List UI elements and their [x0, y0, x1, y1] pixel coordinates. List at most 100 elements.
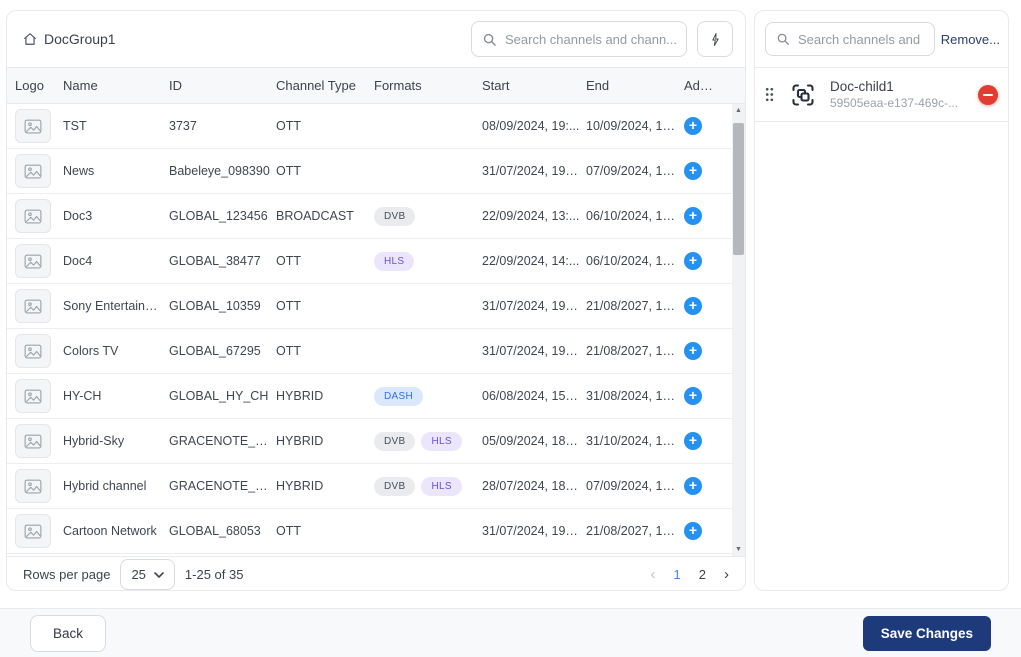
channels-search-input[interactable] [505, 32, 676, 47]
channel-name: Colors TV [63, 344, 169, 358]
rows-per-page-value: 25 [131, 567, 145, 582]
page: DocGroup1 Logo Name ID Channel Type Form… [0, 0, 1021, 591]
table-body: TST 3737 OTT 08/09/2024, 19:... 10/09/20… [7, 104, 745, 556]
add-playlist-button[interactable]: + [684, 522, 702, 540]
column-header-add-playlist: Add P... [684, 78, 724, 93]
add-playlist-button[interactable]: + [684, 252, 702, 270]
channel-id: GLOBAL_38477 [169, 254, 276, 268]
drag-handle-icon[interactable] [763, 85, 776, 104]
scrollbar-track[interactable] [732, 117, 745, 543]
footer-action-bar: Back Save Changes [0, 608, 1021, 657]
format-badge: HLS [421, 432, 461, 451]
selected-channel-title: Doc-child1 [830, 79, 974, 94]
channel-logo-placeholder [15, 109, 51, 143]
format-badge: DVB [374, 432, 415, 451]
back-button[interactable]: Back [30, 615, 106, 652]
add-playlist-button[interactable]: + [684, 387, 702, 405]
channel-id: GLOBAL_67295 [169, 344, 276, 358]
column-header-logo: Logo [15, 78, 63, 93]
channel-logo-placeholder [15, 469, 51, 503]
channels-search [471, 21, 687, 57]
page-button-1[interactable]: 1 [674, 567, 681, 582]
channel-logo-placeholder [15, 199, 51, 233]
format-badge: HLS [421, 477, 461, 496]
end-date: 07/09/2024, 19:29 [586, 164, 684, 178]
column-header-formats: Formats [374, 78, 482, 93]
selected-search-input[interactable] [798, 32, 924, 47]
formats-cell: DVB HLS [374, 477, 482, 496]
next-page-button[interactable]: › [724, 566, 729, 583]
channel-type: OTT [276, 524, 374, 538]
channel-id: GLOBAL_123456 [169, 209, 276, 223]
column-header-start: Start [482, 78, 586, 93]
start-date: 31/07/2024, 19:30 [482, 164, 586, 178]
channel-logo-placeholder [15, 334, 51, 368]
table-row[interactable]: HY-CH GLOBAL_HY_CH HYBRID DASH 06/08/202… [7, 374, 732, 419]
add-playlist-button[interactable]: + [684, 207, 702, 225]
add-playlist-button[interactable]: + [684, 162, 702, 180]
group-title: DocGroup1 [23, 31, 116, 47]
image-icon [24, 254, 42, 269]
channel-type: HYBRID [276, 434, 374, 448]
scroll-down-arrow-icon[interactable]: ▼ [735, 543, 742, 556]
table-row[interactable]: Hybrid-Sky GRACENOTE_Hy... HYBRID DVBHLS… [7, 419, 732, 464]
table-row[interactable]: TST 3737 OTT 08/09/2024, 19:... 10/09/20… [7, 104, 732, 149]
formats-cell: DVB HLS [374, 432, 482, 451]
start-date: 31/07/2024, 19:30 [482, 344, 586, 358]
channel-type: OTT [276, 299, 374, 313]
channel-id: GRACENOTE_Hy... [169, 434, 276, 448]
page-button-2[interactable]: 2 [699, 567, 706, 582]
selected-channels-panel: Remove... Doc-child1 59505eaa-e137-469c-… [754, 10, 1009, 591]
channel-logo-placeholder [15, 289, 51, 323]
table-row[interactable]: Sony Entertainm... GLOBAL_10359 OTT 31/0… [7, 284, 732, 329]
column-header-name: Name [63, 78, 169, 93]
chevron-down-icon [154, 572, 164, 578]
lightning-icon [709, 32, 722, 47]
channel-type: HYBRID [276, 479, 374, 493]
scrollbar-thumb[interactable] [733, 123, 744, 255]
format-badge: DVB [374, 477, 415, 496]
selected-search [765, 22, 935, 56]
add-playlist-button[interactable]: + [684, 342, 702, 360]
channel-id: GRACENOTE_09... [169, 479, 276, 493]
channel-logo-placeholder [15, 154, 51, 188]
remove-channel-button[interactable] [978, 85, 998, 105]
add-playlist-button[interactable]: + [684, 297, 702, 315]
channels-panel: DocGroup1 Logo Name ID Channel Type Form… [6, 10, 746, 591]
channel-name: Doc3 [63, 209, 169, 223]
table-row[interactable]: Colors TV GLOBAL_67295 OTT 31/07/2024, 1… [7, 329, 732, 374]
table-scrollbar[interactable]: ▲ ▼ [732, 104, 745, 556]
formats-cell: DVB [374, 207, 482, 226]
start-date: 05/09/2024, 18:57 [482, 434, 586, 448]
add-playlist-button[interactable]: + [684, 432, 702, 450]
end-date: 07/09/2024, 18:... [586, 479, 684, 493]
range-label: 1-25 of 35 [185, 567, 244, 582]
channel-id: Babeleye_098390 [169, 164, 276, 178]
selected-channel-id: 59505eaa-e137-469c-... [830, 96, 974, 110]
quick-filter-button[interactable] [697, 21, 733, 57]
table-row[interactable]: Hybrid channel GRACENOTE_09... HYBRID DV… [7, 464, 732, 509]
table-row[interactable]: Cartoon Network GLOBAL_68053 OTT 31/07/2… [7, 509, 732, 554]
image-icon [24, 344, 42, 359]
table-row[interactable]: Doc4 GLOBAL_38477 OTT HLS 22/09/2024, 14… [7, 239, 732, 284]
start-date: 08/09/2024, 19:... [482, 119, 586, 133]
scroll-up-arrow-icon[interactable]: ▲ [735, 104, 742, 117]
end-date: 21/08/2027, 19:29 [586, 299, 684, 313]
channel-name: Hybrid channel [63, 479, 169, 493]
selected-channel-item[interactable]: Doc-child1 59505eaa-e137-469c-... [755, 68, 1008, 122]
remove-all-link[interactable]: Remove... [941, 32, 1000, 47]
table-row[interactable]: Doc3 GLOBAL_123456 BROADCAST DVB 22/09/2… [7, 194, 732, 239]
add-playlist-button[interactable]: + [684, 477, 702, 495]
previous-page-button[interactable]: ‹ [651, 566, 656, 583]
channel-id: GLOBAL_10359 [169, 299, 276, 313]
format-badge: DASH [374, 387, 423, 406]
image-icon [24, 434, 42, 449]
end-date: 21/08/2027, 19:29 [586, 344, 684, 358]
rows-per-page-select[interactable]: 25 [120, 559, 174, 590]
add-playlist-button[interactable]: + [684, 117, 702, 135]
table-row[interactable]: News Babeleye_098390 OTT 31/07/2024, 19:… [7, 149, 732, 194]
selected-channel-text: Doc-child1 59505eaa-e137-469c-... [830, 79, 974, 110]
save-changes-button[interactable]: Save Changes [863, 616, 991, 651]
channel-type: BROADCAST [276, 209, 374, 223]
channels-panel-header: DocGroup1 [7, 11, 745, 67]
